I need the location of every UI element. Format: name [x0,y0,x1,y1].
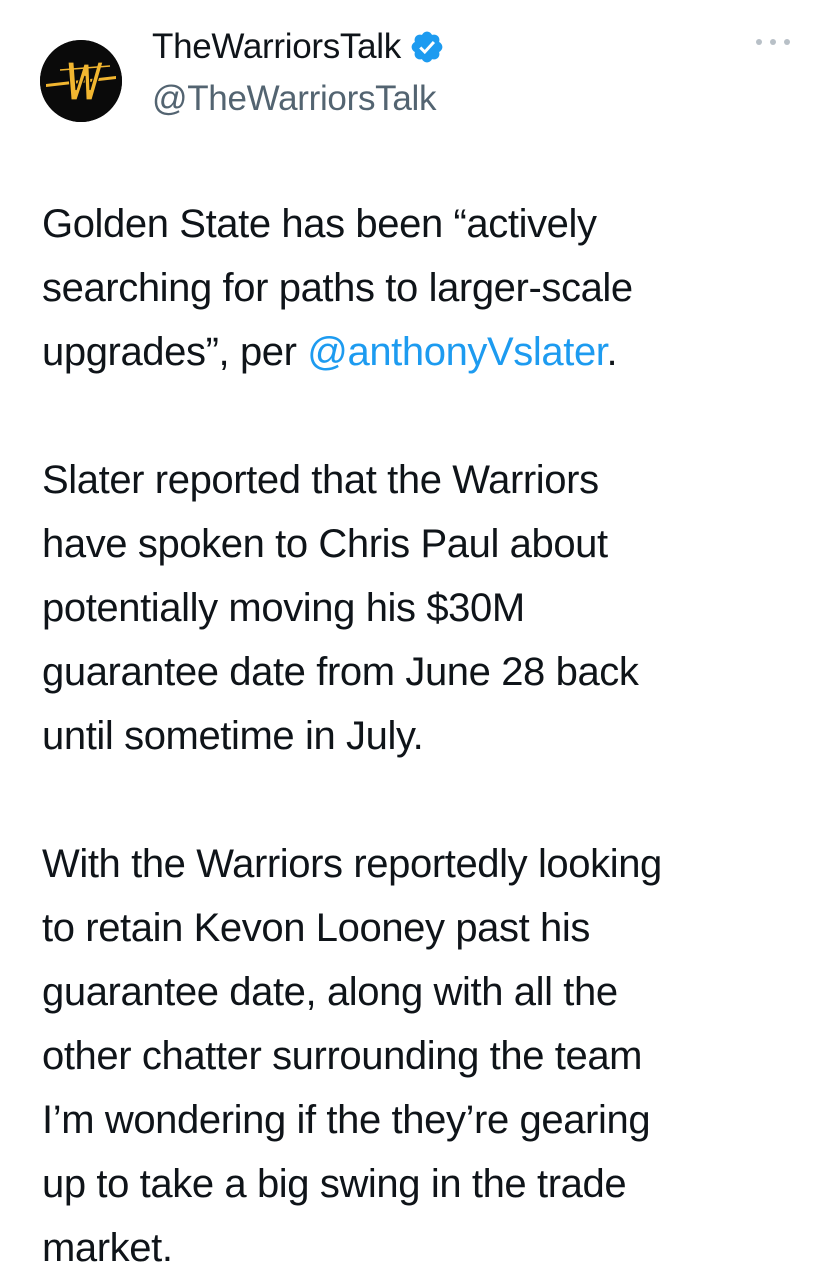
tweet-header: TheWarriorsTalk @TheWarriorsTalk [0,0,828,140]
tweet-line: searching for paths to larger-scale [42,266,633,310]
tweet-line: potentially moving his $30M [42,586,525,630]
tweet-text: Golden State has been “actively searchin… [42,192,812,1280]
avatar[interactable] [40,40,122,122]
tweet-line: have spoken to Chris Paul about [42,522,608,566]
tweet-text-segment: upgrades”, per [42,330,308,374]
tweet-line: With the Warriors reportedly looking [42,842,662,886]
mention-link[interactable]: @anthonyVslater [307,330,607,374]
tweet-paragraph-3: With the Warriors reportedly looking to … [42,832,812,1280]
tweet-line: guarantee date, along with all the [42,970,618,1014]
author-handle[interactable]: @TheWarriorsTalk [152,76,437,122]
more-dots-icon[interactable] [756,30,790,54]
tweet-line: other chatter surrounding the team [42,1034,643,1078]
tweet-line: to retain Kevon Looney past his [42,906,590,950]
dot [756,39,762,45]
author-display-name[interactable]: TheWarriorsTalk [152,24,401,70]
tweet-line: upgrades”, per @anthonyVslater. [42,320,812,384]
tweet-line: until sometime in July. [42,714,424,758]
tweet-line: I’m wondering if the they’re gearing [42,1098,651,1142]
tweet-line: Slater reported that the Warriors [42,458,599,502]
dot [784,39,790,45]
tweet-line: market. [42,1226,173,1270]
tweet-line: Golden State has been “actively [42,202,597,246]
tweet-line: guarantee date from June 28 back [42,650,639,694]
author-name-row: TheWarriorsTalk [152,24,445,70]
tweet-line: up to take a big swing in the trade [42,1162,627,1206]
dot [770,39,776,45]
tweet-paragraph-1: Golden State has been “actively searchin… [42,192,812,384]
warriors-w-logo-icon [40,40,122,122]
tweet-text-segment: . [606,330,618,374]
tweet-paragraph-2: Slater reported that the Warriors have s… [42,448,812,768]
verified-badge-icon [411,31,443,63]
